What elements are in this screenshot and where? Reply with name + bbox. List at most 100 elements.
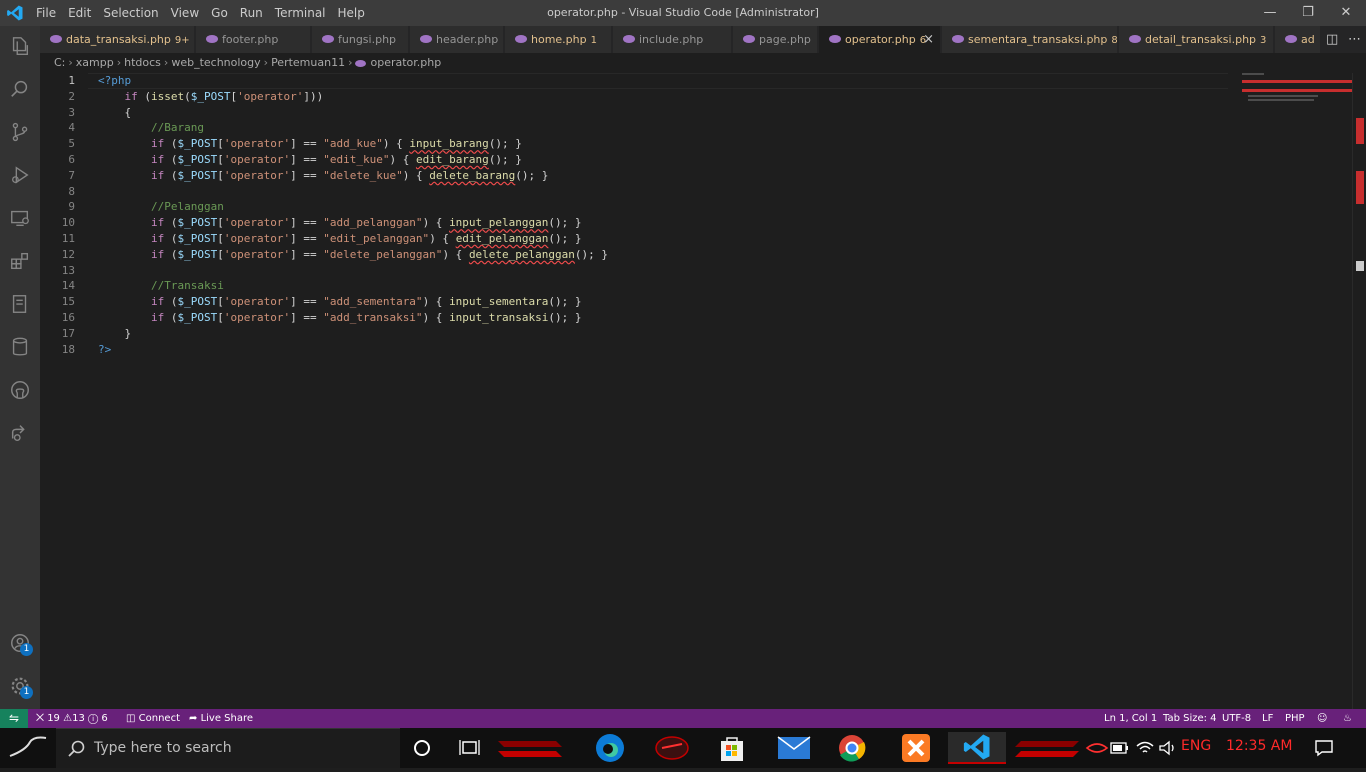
input-language[interactable]: ENG (1181, 738, 1211, 754)
menu-selection[interactable]: Selection (97, 6, 164, 20)
explorer-icon[interactable] (0, 26, 40, 66)
remote-indicator-icon[interactable]: ⇋ (0, 709, 28, 728)
code-line[interactable]: if ($_POST['operator'] == "delete_pelang… (98, 247, 608, 263)
breadcrumb-segment[interactable]: C: (54, 56, 65, 69)
code-line[interactable]: { (98, 105, 131, 121)
cortana-icon[interactable] (400, 732, 444, 764)
breadcrumb-segment[interactable]: operator.php (370, 56, 441, 69)
battery-icon[interactable] (1108, 732, 1132, 764)
code-line[interactable]: if ($_POST['operator'] == "add_transaksi… (98, 310, 582, 326)
code-line[interactable]: if ($_POST['operator'] == "add_pelanggan… (98, 215, 582, 231)
source-control-icon[interactable] (0, 112, 40, 152)
breadcrumb-segment[interactable]: web_technology (171, 56, 260, 69)
breadcrumb-segment[interactable]: Pertemuan11 (271, 56, 345, 69)
minimize-button[interactable]: — (1250, 0, 1290, 26)
volume-icon[interactable] (1156, 732, 1180, 764)
code-line[interactable]: <?php (98, 73, 131, 89)
menu-run[interactable]: Run (234, 6, 269, 20)
tab-sementara_transaksi-php[interactable]: sementara_transaksi.php 8 (942, 26, 1118, 53)
xampp-icon[interactable] (894, 732, 938, 764)
code-line[interactable]: ?> (98, 342, 111, 358)
database-icon[interactable] (0, 327, 40, 367)
tab-detail_transaksi-php[interactable]: detail_transaksi.php 3 (1119, 26, 1274, 53)
tab-page-php[interactable]: page.php (733, 26, 818, 53)
github-icon[interactable] (0, 370, 40, 410)
clock[interactable]: 12:35 AM (1226, 738, 1292, 754)
menu-terminal[interactable]: Terminal (269, 6, 332, 20)
breadcrumb-segment[interactable]: htdocs (124, 56, 161, 69)
menu-go[interactable]: Go (205, 6, 234, 20)
language-mode[interactable]: PHP (1285, 709, 1305, 728)
code-line[interactable]: //Transaksi (98, 278, 224, 294)
task-view-icon[interactable] (448, 732, 492, 764)
extensions-icon[interactable] (0, 241, 40, 281)
cursor-position[interactable]: Ln 1, Col 1 (1104, 709, 1157, 728)
menu-file[interactable]: File (30, 6, 62, 20)
breadcrumb-segment[interactable]: xampp (76, 56, 114, 69)
microsoft-store-icon[interactable] (710, 732, 754, 764)
code-line[interactable]: if ($_POST['operator'] == "edit_pelangga… (98, 231, 582, 247)
minimap[interactable] (1242, 73, 1354, 113)
php-file-icon (355, 59, 367, 67)
end-of-line[interactable]: LF (1262, 709, 1273, 728)
tab-include-php[interactable]: include.php (613, 26, 732, 53)
notifications-bell-icon[interactable]: ♨ (1343, 709, 1352, 728)
remote-explorer-icon[interactable] (0, 198, 40, 238)
settings-badge: 1 (20, 686, 33, 699)
error-count: 19 (47, 713, 60, 724)
php-file-icon (420, 35, 432, 43)
chrome-icon[interactable] (830, 732, 874, 764)
menu-view[interactable]: View (165, 6, 205, 20)
live-share-icon[interactable] (0, 413, 40, 453)
start-button[interactable] (0, 728, 56, 768)
vscode-taskbar-icon[interactable] (948, 732, 1006, 764)
code-line[interactable]: if ($_POST['operator'] == "add_kue") { i… (98, 136, 522, 152)
tab-home-php[interactable]: home.php 1 (505, 26, 612, 53)
split-editor-icon[interactable]: ◫ (1326, 26, 1338, 53)
feedback-icon[interactable]: ☺ (1317, 709, 1327, 728)
close-tab-icon[interactable]: × (923, 26, 934, 53)
code-line[interactable]: //Barang (98, 120, 204, 136)
maximize-button[interactable]: ❐ (1288, 0, 1328, 26)
tab-operator-php[interactable]: operator.php 6 × (819, 26, 941, 53)
more-actions-icon[interactable]: ⋯ (1348, 26, 1361, 53)
problems-indicator[interactable]: ⨉ 19 ⚠13 ⓘ 6 (36, 709, 108, 728)
editor-actions: ◫ ⋯ (1320, 26, 1366, 53)
notebook-icon[interactable] (0, 284, 40, 324)
tab-data_transaksi-php[interactable]: data_transaksi.php 9+ (40, 26, 195, 53)
code-line[interactable]: //Pelanggan (98, 199, 224, 215)
code-line[interactable]: if ($_POST['operator'] == "delete_kue") … (98, 168, 548, 184)
settings-gear-icon[interactable]: 1 (0, 666, 40, 706)
connect-button[interactable]: ◫ Connect (126, 709, 180, 728)
live-share-button[interactable]: ➦ Live Share (189, 709, 253, 728)
code-line[interactable]: if (isset($_POST['operator'])) (98, 89, 324, 105)
status-bar: ⇋ ⨉ 19 ⚠13 ⓘ 6 ◫ Connect ➦ Live Share Ln… (0, 709, 1366, 728)
run-debug-icon[interactable] (0, 155, 40, 195)
code-line[interactable]: } (98, 326, 131, 342)
accounts-icon[interactable]: 1 (0, 623, 40, 663)
menu-help[interactable]: Help (332, 6, 371, 20)
tab-fungsi-php[interactable]: fungsi.php (312, 26, 409, 53)
menu-edit[interactable]: Edit (62, 6, 97, 20)
code-line[interactable]: if ($_POST['operator'] == "edit_kue") { … (98, 152, 522, 168)
code-editor[interactable]: 1 2 3 4 5 6 7 8 9 10 11 12 13 14 15 16 17 18 <?php if (is… (40, 73, 1366, 709)
code-line[interactable]: if ($_POST['operator'] == "add_sementara… (98, 294, 582, 310)
tab-header-php[interactable]: header.php (410, 26, 504, 53)
rog-tray-icon[interactable] (1084, 732, 1110, 764)
php-file-icon (623, 35, 635, 43)
action-center-icon[interactable] (1304, 732, 1344, 764)
search-icon[interactable] (0, 69, 40, 109)
mail-icon[interactable] (772, 732, 816, 764)
tab-label: fungsi.php (338, 33, 397, 46)
tab-footer-php[interactable]: footer.php (196, 26, 311, 53)
taskbar-search[interactable]: Type here to search (56, 728, 400, 768)
breadcrumb-separator-icon: › (348, 56, 353, 69)
close-window-button[interactable]: ✕ (1326, 0, 1366, 26)
warning-icon: ⚠ (63, 713, 73, 724)
tab-size[interactable]: Tab Size: 4 (1163, 709, 1217, 728)
vertical-scrollbar[interactable] (1352, 73, 1366, 709)
wifi-icon[interactable] (1133, 732, 1157, 764)
encoding[interactable]: UTF-8 (1222, 709, 1251, 728)
edge-browser-icon[interactable] (588, 732, 632, 764)
rog-armoury-icon[interactable] (650, 732, 694, 764)
